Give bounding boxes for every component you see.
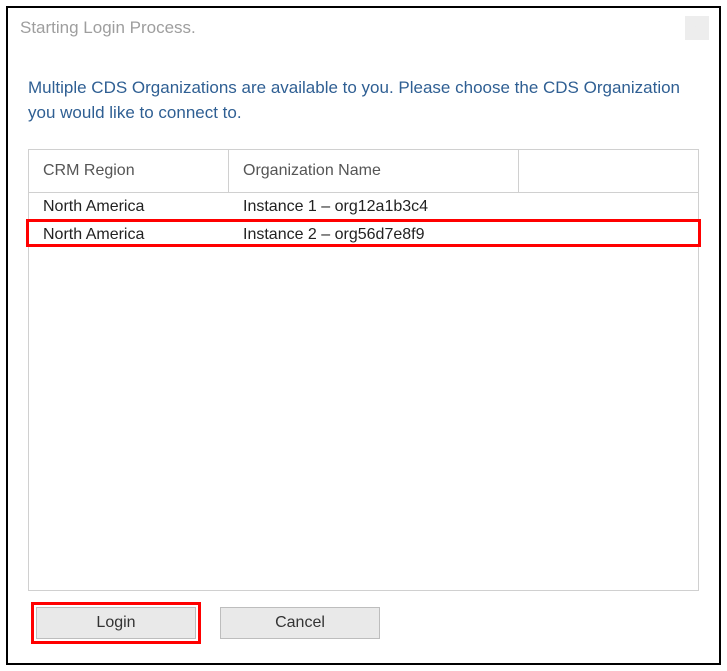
organization-grid: CRM Region Organization Name North Ameri… xyxy=(28,149,699,591)
header-organization[interactable]: Organization Name xyxy=(229,150,519,192)
grid-body: North America Instance 1 – org12a1b3c4 N… xyxy=(29,193,698,590)
window-title: Starting Login Process. xyxy=(20,18,196,38)
login-button[interactable]: Login xyxy=(36,607,196,639)
header-region[interactable]: CRM Region xyxy=(29,150,229,192)
cell-region: North America xyxy=(29,193,229,221)
cell-org: Instance 2 – org56d7e8f9 xyxy=(229,221,519,249)
dialog-footer: Login Cancel xyxy=(28,591,699,649)
cancel-button[interactable]: Cancel xyxy=(220,607,380,639)
titlebar: Starting Login Process. × xyxy=(8,8,719,48)
dialog-content: Multiple CDS Organizations are available… xyxy=(8,48,719,663)
grid-header: CRM Region Organization Name xyxy=(29,150,698,193)
table-row[interactable]: North America Instance 1 – org12a1b3c4 xyxy=(29,193,698,221)
login-dialog: Starting Login Process. × Multiple CDS O… xyxy=(6,6,721,665)
header-extra xyxy=(519,150,698,192)
cell-org: Instance 1 – org12a1b3c4 xyxy=(229,193,519,221)
login-button-wrap: Login xyxy=(36,607,196,639)
instructions-text: Multiple CDS Organizations are available… xyxy=(28,76,699,125)
close-icon[interactable]: × xyxy=(685,16,709,40)
table-row[interactable]: North America Instance 2 – org56d7e8f9 xyxy=(29,221,698,249)
cell-region: North America xyxy=(29,221,229,249)
